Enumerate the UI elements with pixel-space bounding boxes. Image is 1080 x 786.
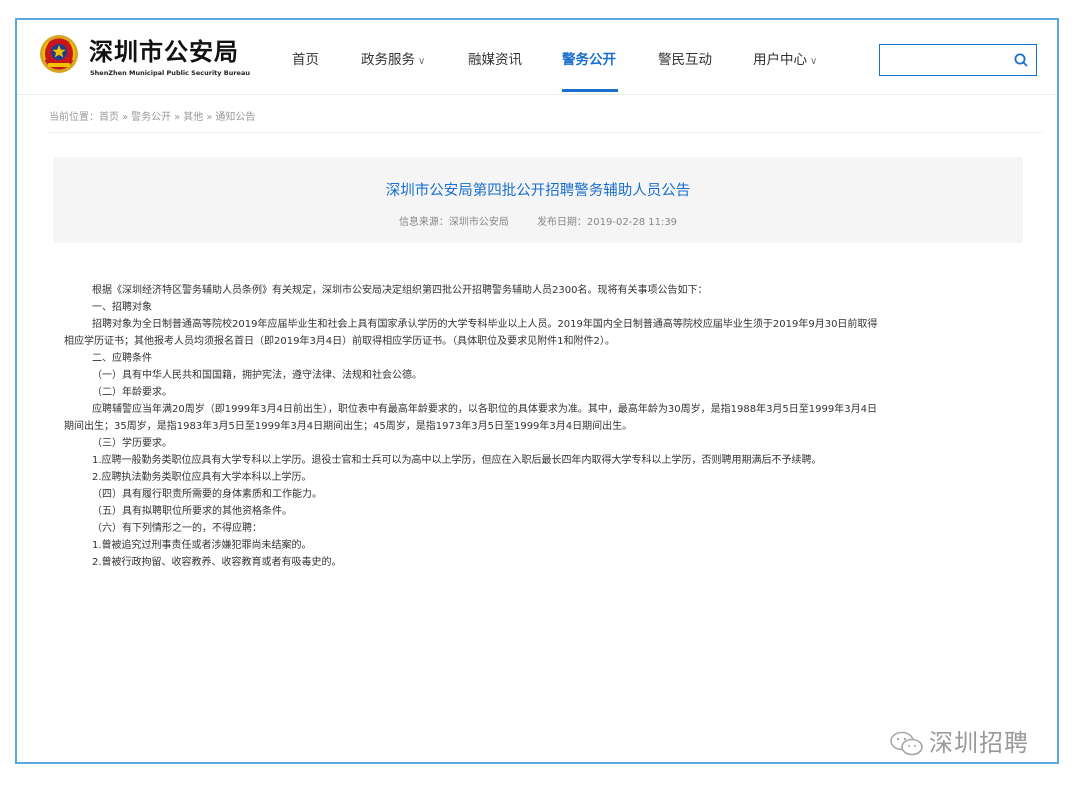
- nav-police-affairs[interactable]: 警务公开: [562, 48, 616, 68]
- search-box: [879, 44, 1037, 76]
- paragraph: （五）具有拟聘职位所要求的其他资格条件。: [92, 506, 292, 517]
- paragraph: 1.曾被追究过刑事责任或者涉嫌犯罪尚未结案的。: [92, 540, 312, 551]
- watermark-text: 深圳招聘: [929, 729, 1029, 757]
- section-heading: 一、招聘对象: [92, 302, 152, 313]
- site-header: 深圳市公安局 ShenZhen Municipal Public Securit…: [17, 20, 1057, 95]
- article-body: 根据《深圳经济特区警务辅助人员条例》有关规定，深圳市公安局决定组织第四批公开招聘…: [64, 282, 1029, 571]
- paragraph: 应聘辅警应当年满20周岁（即1999年3月4日前出生），职位表中有最高年龄要求的…: [92, 404, 877, 415]
- paragraph: （四）具有履行职责所需要的身体素质和工作能力。: [92, 489, 322, 500]
- paragraph: 招聘对象为全日制普通高等院校2019年应届毕业生和社会上具有国家承认学历的大学专…: [92, 319, 878, 330]
- breadcrumb: 当前位置：首页» 警务公开» 其他» 通知公告: [49, 108, 255, 123]
- chevron-down-icon: ∨: [418, 56, 426, 67]
- active-nav-indicator: [562, 89, 618, 92]
- nav-home[interactable]: 首页: [292, 48, 319, 68]
- breadcrumb-notices[interactable]: 通知公告: [215, 112, 255, 123]
- divider: [47, 132, 1042, 133]
- breadcrumb-other[interactable]: 其他: [183, 112, 203, 123]
- brand-title[interactable]: 深圳市公安局: [89, 32, 239, 67]
- article-header: 深圳市公安局第四批公开招聘警务辅助人员公告 信息来源：深圳市公安局 发布日期：20…: [53, 157, 1023, 243]
- article-title: 深圳市公安局第四批公开招聘警务辅助人员公告: [385, 183, 691, 199]
- article-date: 发布日期：2019-02-28 11:39: [536, 217, 678, 228]
- nav-police-interaction[interactable]: 警民互动: [658, 48, 712, 68]
- nav-gov-services-label: 政务服务: [361, 52, 415, 68]
- chevron-down-icon: ∨: [810, 56, 818, 67]
- nav-user-center[interactable]: 用户中心 ∨: [753, 48, 817, 68]
- paragraph-continuation: 相应学历证书；其他报考人员均须报名首日（即2019年3月4日）前取得相应学历证书…: [64, 336, 615, 347]
- paragraph: 1.应聘一般勤务类职位应具有大学专科以上学历。退役士官和士兵可以为高中以上学历，…: [92, 455, 822, 466]
- nav-media-news-label: 融媒资讯: [468, 52, 522, 68]
- wechat-icon: [890, 731, 923, 756]
- nav-home-label: 首页: [292, 52, 319, 68]
- paragraph: （一）具有中华人民共和国国籍，拥护宪法，遵守法律、法规和社会公德。: [92, 370, 422, 381]
- article-meta: 信息来源：深圳市公安局 发布日期：2019-02-28 11:39: [53, 213, 1023, 228]
- watermark: 深圳招聘: [888, 723, 1029, 758]
- paragraph-continuation: 期间出生；35周岁，是指1983年3月5日至1999年3月4日期间出生；45周岁…: [64, 421, 633, 432]
- nav-user-center-label: 用户中心: [753, 52, 807, 68]
- nav-police-affairs-label: 警务公开: [562, 52, 616, 68]
- paragraph: 根据《深圳经济特区警务辅助人员条例》有关规定，深圳市公安局决定组织第四批公开招聘…: [92, 285, 708, 296]
- breadcrumb-separator: »: [206, 112, 213, 123]
- breadcrumb-separator: »: [122, 112, 129, 123]
- paragraph: （二）年龄要求。: [92, 387, 172, 398]
- page-frame: 深圳市公安局 ShenZhen Municipal Public Securit…: [15, 18, 1059, 764]
- breadcrumb-home[interactable]: 首页: [99, 112, 119, 123]
- nav-gov-services[interactable]: 政务服务 ∨: [361, 48, 425, 68]
- brand-subtitle: ShenZhen Municipal Public Security Burea…: [90, 69, 250, 77]
- breadcrumb-police-affairs[interactable]: 警务公开: [131, 112, 171, 123]
- paragraph: （六）有下列情形之一的，不得应聘：: [92, 523, 262, 534]
- nav-media-news[interactable]: 融媒资讯: [468, 48, 522, 68]
- breadcrumb-separator: »: [174, 112, 181, 123]
- paragraph: （三）学历要求。: [92, 438, 172, 449]
- section-heading: 二、应聘条件: [92, 353, 152, 364]
- breadcrumb-prefix: 当前位置：: [49, 112, 99, 123]
- search-input[interactable]: [886, 45, 1010, 75]
- article-source: 信息来源：深圳市公安局: [398, 217, 509, 228]
- search-icon[interactable]: [1014, 53, 1028, 67]
- police-emblem-icon: [40, 35, 78, 73]
- paragraph: 2.曾被行政拘留、收容教养、收容教育或者有吸毒史的。: [92, 557, 342, 568]
- nav-police-interaction-label: 警民互动: [658, 52, 712, 68]
- paragraph: 2.应聘执法勤务类职位应具有大学本科以上学历。: [92, 472, 312, 483]
